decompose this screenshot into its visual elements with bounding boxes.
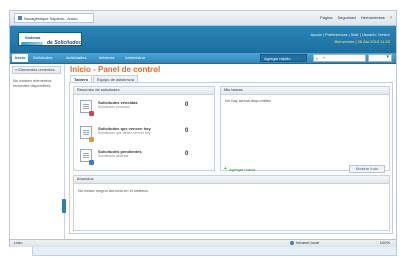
status-text: Listo [14, 240, 23, 245]
browser-tab[interactable]: Novagéstique Sapiens.../inicio [14, 13, 94, 23]
globe-icon [290, 241, 294, 245]
main-content: Inicio - Panel de control Tablero Equipo… [67, 64, 395, 239]
request-item-overdue[interactable]: Solicitudes vencidas Solicitudes vencida… [78, 97, 210, 123]
announcements-empty-text: No existe ningún anuncio en el sistema. [78, 188, 149, 193]
browser-tab-title: Novagéstique Sapiens.../inicio [24, 15, 78, 21]
quick-request-button[interactable]: Agregar rápido ▾ [260, 54, 307, 62]
dashboard-area: Resumen de solicitudes Solicitudes venci… [69, 82, 393, 234]
due-today-badge-icon [89, 137, 94, 142]
document-icon [80, 126, 94, 142]
search-icon: ⌕ [316, 56, 319, 61]
logo-line2: de Solicitudes [47, 40, 81, 46]
logo-swoosh-icon [21, 42, 43, 45]
request-item-count: 0 [185, 128, 189, 134]
search-scope-select[interactable]: ▾ [368, 54, 392, 62]
browser-window: Novagéstique Sapiens.../inicio Página Se… [9, 10, 397, 247]
add-icon: + [224, 166, 227, 172]
background-strip [32, 247, 397, 256]
chevron-down-icon: ▾ [386, 54, 389, 60]
request-item-subtitle: Solicitudes vencidas [98, 105, 130, 109]
browser-toolbar: Novagéstique Sapiens.../inicio Página Se… [10, 11, 396, 26]
tool-security[interactable]: Seguridad [338, 15, 356, 20]
requests-summary-panel: Resumen de solicitudes Solicitudes venci… [73, 86, 215, 171]
page-title: Inicio - Panel de control [70, 65, 161, 74]
panel-title: Resumen de solicitudes [74, 87, 214, 95]
session-info: Bienvenido | 28 Abr 2013 11:20 [334, 39, 390, 44]
nav-item-requests[interactable]: Solicitudes [30, 54, 55, 62]
security-zone: Intranet local [296, 240, 319, 245]
request-item-count: 0 [185, 151, 189, 157]
user-links[interactable]: Ayuda | Preferencias | Salir | Usuario: … [310, 32, 390, 37]
pending-badge-icon [89, 160, 94, 165]
browser-status-bar: Listo Intranet local 100% [10, 239, 396, 247]
my-tasks-panel: Mis tareas No hay tareas disponibles + A… [220, 86, 390, 173]
favicon-icon [18, 16, 22, 20]
sidebar-header-label: Elementos recientes [18, 67, 55, 72]
request-item-pending[interactable]: Solicitudes pendientes Solicitudes abier… [78, 146, 210, 172]
panel-title: Mis tareas [221, 87, 389, 95]
tool-help[interactable]: ? [390, 15, 392, 20]
sidebar: » Elementos recientes No existen element… [10, 64, 66, 239]
search-input[interactable]: ⌕ Ir [313, 54, 366, 62]
app-header: Sistema de Solicitudes Ayuda | Preferenc… [10, 26, 396, 53]
sidebar-empty-text: No existen elementos recientes disponibl… [13, 78, 52, 88]
tasks-empty-text: No hay tareas disponibles [225, 98, 272, 103]
sidebar-header[interactable]: » Elementos recientes [12, 66, 61, 74]
show-all-button[interactable]: Mostrar todo [349, 165, 385, 173]
sidebar-toggle-handle[interactable] [62, 199, 66, 213]
panel-title: Anuncios [74, 176, 389, 184]
request-item-subtitle: Solicitudes que deben vencer hoy [98, 131, 151, 135]
document-icon [80, 149, 94, 165]
chevron-down-icon: ▾ [301, 55, 304, 61]
zoom-level[interactable]: 100% [380, 240, 390, 246]
app-logo[interactable]: Sistema de Solicitudes [18, 32, 82, 46]
request-item-subtitle: Solicitudes abiertas [98, 154, 129, 158]
add-task-link[interactable]: Agregar nueva [229, 167, 255, 172]
tool-tools[interactable]: Herramientas [361, 15, 385, 20]
nav-item-home[interactable]: Inicio [12, 54, 29, 62]
nav-item-admin[interactable]: Administrar [122, 54, 148, 62]
nav-item-activities[interactable]: Actividades [63, 54, 89, 62]
main-nav: Inicio Solicitudes Actividades Informes … [10, 53, 396, 64]
announcements-panel: Anuncios No existe ningún anuncio en el … [73, 175, 390, 231]
browser-tools: Página Seguridad Herramientas ? [320, 15, 392, 20]
request-item-count: 0 [185, 102, 189, 108]
nav-item-reports[interactable]: Informes [96, 54, 118, 62]
logo-line1: Sistema [25, 35, 41, 40]
document-icon [80, 100, 94, 116]
overdue-badge-icon [89, 111, 94, 116]
search-placeholder: Ir [323, 55, 326, 60]
tool-page[interactable]: Página [320, 15, 332, 20]
quick-request-label: Agregar rápido [264, 56, 291, 61]
